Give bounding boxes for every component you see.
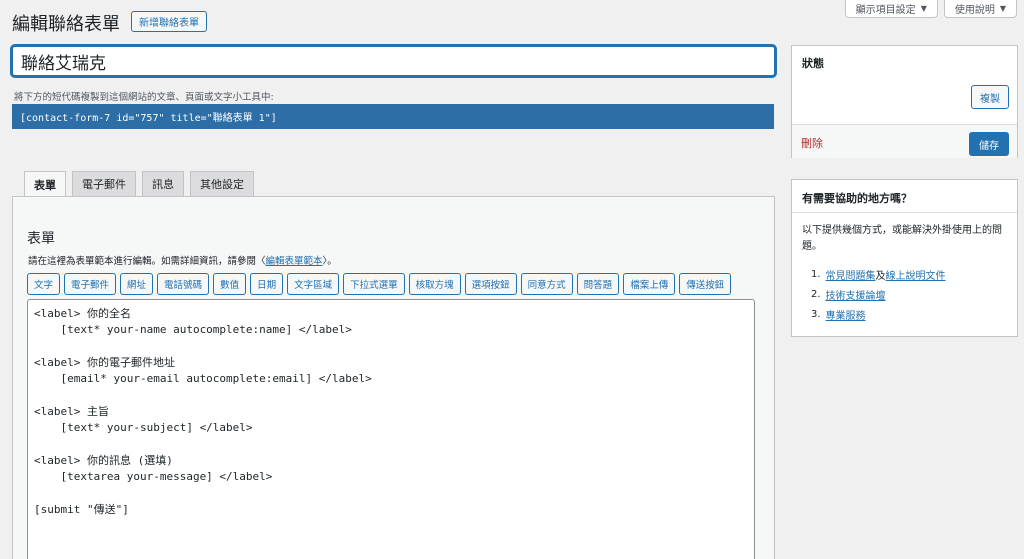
- caret-down-icon: ▼: [999, 4, 1006, 13]
- help-title: 有需要協助的地方嗎？: [792, 180, 1017, 213]
- tab-messages[interactable]: 訊息: [142, 171, 184, 196]
- list-item: 3. 專業服務: [811, 304, 946, 324]
- list-number: 3.: [811, 308, 821, 320]
- edit-template-link[interactable]: 編輯表單範本: [266, 256, 323, 267]
- docs-link[interactable]: 線上說明文件: [886, 267, 946, 282]
- tag-button-quiz[interactable]: 問答題: [576, 273, 620, 295]
- tab-mail[interactable]: 電子郵件: [72, 171, 136, 196]
- status-title: 狀態: [802, 57, 824, 70]
- professional-services-link[interactable]: 專業服務: [826, 307, 866, 322]
- help-tab-label: 使用說明: [954, 5, 995, 16]
- tag-button-radio[interactable]: 選項按鈕: [464, 273, 517, 295]
- editor-line: <label> 你的電子郵件地址: [34, 355, 175, 369]
- tag-button-checkbox[interactable]: 核取方塊: [408, 273, 461, 295]
- panel-desc-prefix: 請在這裡為表單範本進行編輯。如需詳細資訊，請參閱〈: [28, 256, 266, 267]
- tag-button-tel[interactable]: 電話號碼: [157, 273, 210, 295]
- help-description: 以下提供幾個方式，或能解決外掛使用上的問題。: [802, 225, 1002, 252]
- panel-desc-suffix: 〉。: [322, 256, 337, 267]
- save-button[interactable]: 儲存: [969, 132, 1009, 156]
- list-number: 2.: [811, 288, 821, 300]
- tag-button-date[interactable]: 日期: [250, 273, 284, 295]
- editor-line: [textarea your-message] </label>: [34, 469, 273, 483]
- screen-meta-links: 顯示項目設定 ▼ 使用說明 ▼: [844, 0, 1017, 18]
- caret-down-icon: ▼: [920, 4, 927, 13]
- tag-button-email[interactable]: 電子郵件: [64, 273, 117, 295]
- tag-button-select[interactable]: 下拉式選單: [343, 273, 405, 295]
- editor-line: <label> 主旨: [34, 404, 109, 418]
- support-forum-link[interactable]: 技術支援論壇: [826, 287, 886, 302]
- list-item: 1. 常見問題集及線上說明文件: [811, 264, 946, 284]
- editor-line: <label> 你的全名: [34, 307, 131, 320]
- list-number: 1.: [811, 268, 821, 280]
- status-actions: 刪除 儲存: [792, 124, 1017, 158]
- status-box: 狀態 複製 刪除 儲存: [791, 45, 1018, 158]
- help-item-connector: 及: [875, 270, 886, 282]
- help-box: 有需要協助的地方嗎？ 以下提供幾個方式，或能解決外掛使用上的問題。 1. 常見問…: [791, 179, 1018, 337]
- form-title-input[interactable]: [11, 45, 776, 77]
- delete-link[interactable]: 刪除: [801, 135, 823, 151]
- list-item: 2. 技術支援論壇: [811, 284, 946, 304]
- screen-options-button[interactable]: 顯示項目設定 ▼: [844, 0, 938, 18]
- tag-button-file[interactable]: 檔案上傳: [623, 273, 676, 295]
- help-links-list: 1. 常見問題集及線上說明文件 2. 技術支援論壇 3. 專業服務: [811, 264, 946, 324]
- editor-line: [submit "傳送"]: [34, 502, 129, 516]
- page-title: 編輯聯絡表單: [12, 14, 120, 35]
- form-template-editor[interactable]: <label> 你的全名 [text* your-name autocomple…: [27, 299, 755, 559]
- faq-link[interactable]: 常見問題集: [826, 267, 876, 282]
- shortcode-hint: 將下方的短代碼複製到這個網站的文章、頁面或文字小工具中:: [14, 92, 274, 103]
- copy-button[interactable]: 複製: [971, 85, 1009, 109]
- form-panel: 表單 請在這裡為表單範本進行編輯。如需詳細資訊，請參閱〈編輯表單範本〉。 文字 …: [12, 196, 775, 559]
- tag-button-url[interactable]: 網址: [120, 273, 154, 295]
- tag-button-submit[interactable]: 傳送按鈕: [679, 273, 732, 295]
- tag-button-acceptance[interactable]: 同意方式: [520, 273, 573, 295]
- editor-tabs: 表單 電子郵件 訊息 其他設定: [24, 171, 254, 197]
- panel-heading: 表單: [27, 231, 55, 247]
- editor-line: [text* your-name autocomplete:name] </la…: [34, 323, 352, 337]
- help-tab-button[interactable]: 使用說明 ▼: [943, 0, 1017, 18]
- screen-options-label: 顯示項目設定: [855, 5, 916, 16]
- editor-line: [text* your-subject] </label>: [34, 421, 253, 435]
- tag-generator-buttons: 文字 電子郵件 網址 電話號碼 數值 日期 文字區域 下拉式選單 核取方塊 選項…: [27, 273, 732, 295]
- editor-line: [email* your-email autocomplete:email] <…: [34, 372, 372, 386]
- add-new-form-button[interactable]: 新增聯絡表單: [131, 11, 207, 32]
- tab-additional-settings[interactable]: 其他設定: [190, 171, 254, 196]
- editor-line: <label> 你的訊息 (選填): [34, 453, 173, 467]
- shortcode-field[interactable]: [contact-form-7 id="757" title="聯絡表單 1"]: [12, 104, 774, 129]
- tab-form[interactable]: 表單: [24, 171, 66, 197]
- tag-button-textarea[interactable]: 文字區域: [287, 273, 340, 295]
- tag-button-text[interactable]: 文字: [27, 273, 61, 295]
- tag-button-number[interactable]: 數值: [213, 273, 247, 295]
- panel-description: 請在這裡為表單範本進行編輯。如需詳細資訊，請參閱〈編輯表單範本〉。: [28, 253, 337, 267]
